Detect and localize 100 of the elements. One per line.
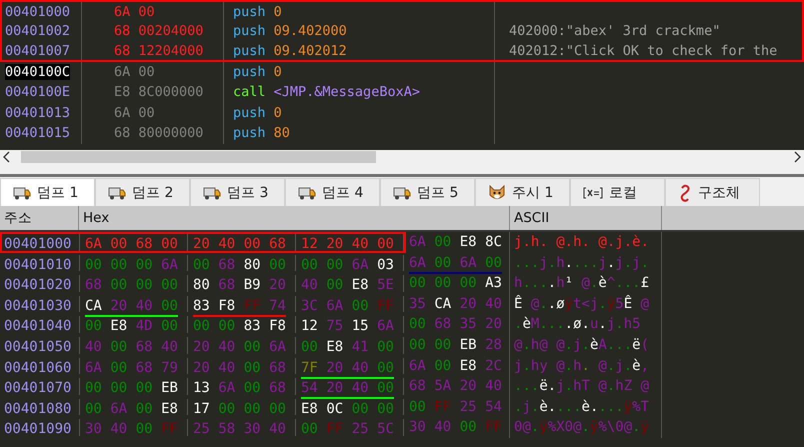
truck-icon <box>393 186 411 200</box>
address-cell: 00401000 <box>2 234 80 251</box>
hex-bytes: 00 FF 25 54 <box>409 398 502 417</box>
hex-bytes: 54 20 40 00 <box>301 380 394 400</box>
hex-bytes: 20 40 00 6A <box>193 338 286 357</box>
address-cell: 00401060 <box>2 358 80 374</box>
instruction-cell: push 0 <box>224 102 495 123</box>
hex-bytes: 13 6A 00 68 <box>193 380 286 398</box>
ascii-text: h....h¹ @.è^...£ <box>514 275 649 292</box>
hex-bytes: 00 00 00 6A <box>85 256 178 275</box>
column-header[interactable]: ASCII <box>510 206 662 230</box>
hex-bytes: 40 00 E8 5E <box>301 277 394 296</box>
hex-bytes: E8 0C 00 00 <box>301 400 394 419</box>
dump-tab[interactable]: 덤프 4 <box>285 178 380 206</box>
bytes-cell: 6A 00 <box>82 62 224 82</box>
address-cell: 00401070 <box>2 378 80 395</box>
scrollbar-thumb[interactable] <box>21 151 376 163</box>
dump-tab[interactable]: 덤프 2 <box>95 178 190 206</box>
hex-bytes: 00 00 EB 28 <box>409 336 502 355</box>
column-header[interactable]: Hex <box>79 206 510 230</box>
ascii-text: 0@.ÿ%X0@.ÿ%\0@.ÿ <box>514 419 649 436</box>
bytes-cell: 6A 00 <box>82 102 224 123</box>
hex-bytes: 00 68 35 20 <box>409 316 502 334</box>
dump-tab[interactable]: 주시 1 <box>475 178 570 206</box>
address-cell: 00401050 <box>2 336 80 354</box>
address-cell: 00401080 <box>2 398 80 416</box>
ascii-text: .èM....ø.u.j.h5 <box>514 316 642 332</box>
address-cell: 0040100C <box>5 64 70 80</box>
address-cell: 00401090 <box>2 419 80 436</box>
horizontal-scrollbar[interactable] <box>0 150 804 164</box>
instruction-cell: push 09.402000 <box>224 20 495 41</box>
hex-bytes: 6A 00 6A 00 <box>409 254 502 274</box>
dump-tab[interactable]: 구조체 <box>665 178 760 206</box>
instruction-cell: push 0 <box>224 2 495 20</box>
hex-bytes: 20 40 00 68 <box>193 360 286 378</box>
comment-cell: 402012:"Click OK to check for the <box>509 43 778 59</box>
bytes-cell: E8 8C000000 <box>82 82 224 102</box>
ascii-text: j.hy @.h. @.j.è, <box>514 358 649 374</box>
ascii-text: @.h@ @.j.èA...ë( <box>514 336 649 353</box>
address-cell: 00401015 <box>5 125 70 141</box>
cat-face-icon <box>488 184 506 200</box>
address-cell: 00401007 <box>5 43 70 59</box>
comment-cell: 402000:"abex' 3rd crackme" <box>509 22 720 38</box>
hex-bytes: 00 FF 25 5C <box>301 421 394 440</box>
address-cell: 00401020 <box>2 275 80 292</box>
hex-bytes: 12 75 15 6A <box>301 318 394 336</box>
hook-icon <box>678 184 692 202</box>
address-cell: 00401002 <box>5 22 70 38</box>
hex-bytes: 00 00 83 F8 <box>193 318 286 336</box>
hex-bytes: 00 00 00 A3 <box>409 275 502 294</box>
hex-bytes: 00 6A 00 E8 <box>85 400 178 419</box>
hex-bytes: 00 E8 4D 00 <box>85 318 178 336</box>
hex-bytes: 17 00 00 00 <box>193 400 286 419</box>
hex-bytes: 35 CA 20 40 <box>409 296 502 314</box>
bytes-cell: 68 00204000 <box>82 20 224 41</box>
ascii-text: Ê @..øÿt<j.ÿ5Ê @ <box>514 296 649 312</box>
hex-bytes: 6A 00 E8 8C <box>409 234 502 252</box>
truck-icon <box>298 186 316 200</box>
hex-bytes: 6A 00 68 00 <box>85 236 178 254</box>
hex-bytes: 25 58 30 40 <box>193 421 286 440</box>
address-cell: 00401010 <box>2 254 80 272</box>
ascii-text: j.h. @.h. @.j.è. <box>514 234 649 250</box>
address-cell: 0040100E <box>5 84 70 100</box>
instruction-cell: call <JMP.&MessageBoxA> <box>224 82 495 102</box>
hex-bytes: 00 68 80 00 <box>193 256 286 275</box>
hex-bytes: 3C 6A 00 FF <box>301 298 394 316</box>
dump-tab[interactable]: 로컬 <box>570 178 665 206</box>
scroll-right-icon[interactable] <box>793 151 801 163</box>
dump-tab[interactable]: 덤프 3 <box>190 178 285 206</box>
instruction-cell: push 80 <box>224 123 495 144</box>
hex-bytes: 6A 00 E8 2C <box>409 358 502 376</box>
address-cell: 00401040 <box>2 316 80 333</box>
hex-bytes: 00 E8 41 00 <box>301 338 394 357</box>
dump-tab[interactable]: 덤프 1 <box>0 178 95 206</box>
hex-bytes: 00 00 00 EB <box>85 380 178 398</box>
variable-icon <box>583 186 603 198</box>
address-cell: 00401030 <box>2 296 80 312</box>
instruction-cell: push 09.402012 <box>224 41 495 60</box>
bytes-cell: 68 12204000 <box>82 41 224 60</box>
truck-icon <box>203 186 221 200</box>
hex-bytes: 6A 00 68 79 <box>85 360 178 378</box>
ascii-text: ...j.h....j.j.j. <box>514 254 649 271</box>
scroll-left-icon[interactable] <box>3 151 11 163</box>
hex-bytes: 68 00 00 00 <box>85 277 178 296</box>
hex-bytes: CA 20 40 00 <box>85 298 178 317</box>
address-cell: 00401013 <box>5 104 70 120</box>
instruction-cell: push 0 <box>224 62 495 82</box>
hex-bytes: 7F 20 40 00 <box>301 360 394 379</box>
bytes-cell: 6A 00 <box>82 2 224 20</box>
hex-bytes: 00 00 6A 03 <box>301 256 394 275</box>
column-header[interactable]: 주소 <box>0 206 79 230</box>
hex-bytes: 80 68 B9 20 <box>193 277 286 296</box>
hex-bytes: 20 40 00 68 <box>193 236 286 254</box>
hex-bytes: 30 40 00 FF <box>409 419 502 438</box>
hex-bytes: 68 5A 20 40 <box>409 378 502 396</box>
hex-bytes: 30 40 00 FF <box>85 421 178 440</box>
dump-tab[interactable]: 덤프 5 <box>380 178 475 206</box>
ascii-text: .j.è....è....ÿ%T <box>514 398 649 415</box>
bytes-cell: 68 80000000 <box>82 123 224 144</box>
hex-bytes: 83 F8 FF 74 <box>193 298 286 317</box>
